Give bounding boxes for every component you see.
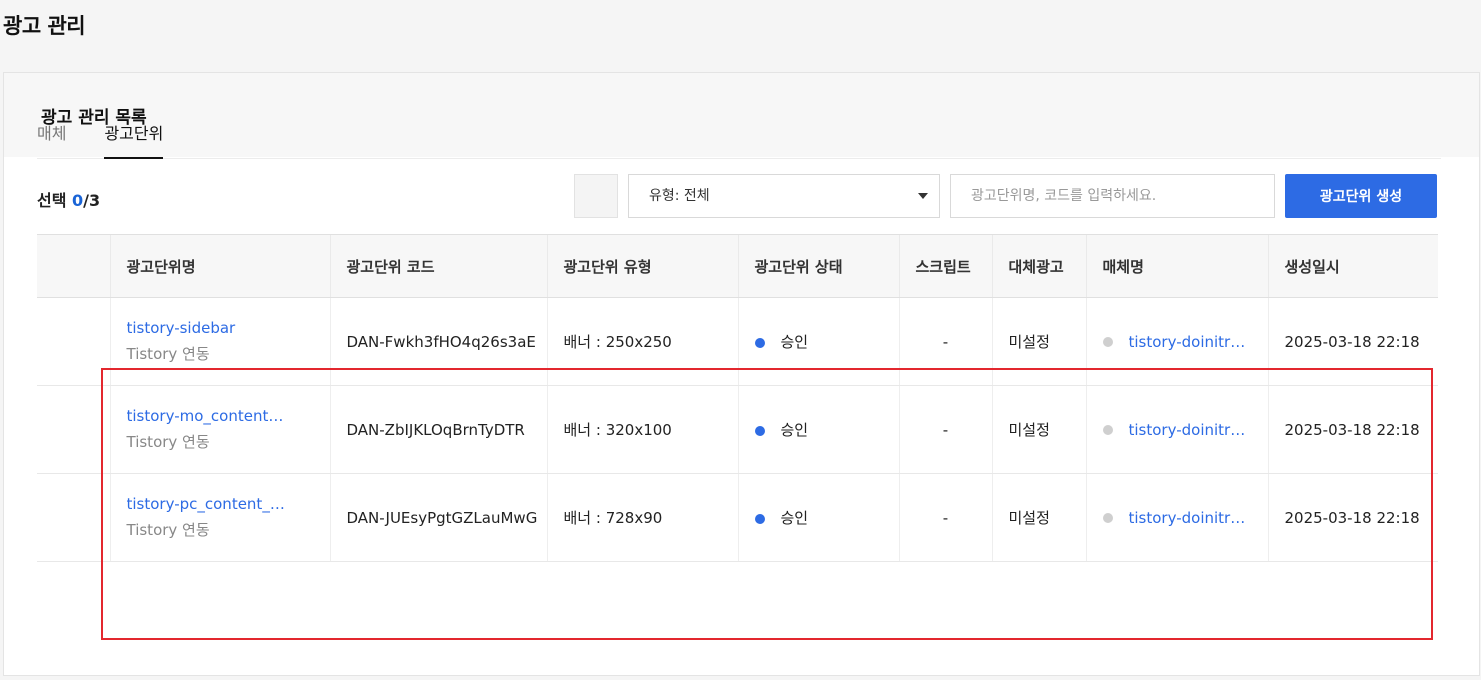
ad-unit-name-link[interactable]: tistory-pc_content_…: [127, 495, 314, 513]
fallback-ad-value: 미설정: [991, 385, 1086, 474]
media-name-cell: tistory-doinitr…: [1085, 473, 1268, 562]
ad-unit-status: 승인: [780, 509, 809, 527]
table-row[interactable]: tistory-sidebar Tistory 연동 DAN-Fwkh3fHO4…: [37, 297, 1438, 386]
create-ad-unit-button[interactable]: 광고단위 생성: [1285, 174, 1437, 218]
ad-unit-type: 배너 : 320x100: [546, 385, 738, 474]
tab-ad-unit[interactable]: 광고단위: [104, 116, 164, 159]
page-title: 광고 관리: [3, 14, 86, 38]
ad-unit-table: 광고단위명 광고단위 코드 광고단위 유형 광고단위 상태 스크립트 대체광고 …: [37, 234, 1438, 562]
ad-unit-status: 승인: [780, 421, 809, 439]
created-at: 2025-03-18 22:18: [1267, 473, 1438, 562]
media-status-dot-icon: [1102, 336, 1113, 347]
ad-unit-type: 배너 : 728x90: [546, 473, 738, 562]
media-name-cell: tistory-doinitr…: [1085, 297, 1268, 386]
created-at: 2025-03-18 22:18: [1267, 385, 1438, 474]
ad-unit-source: Tistory 연동: [126, 521, 210, 539]
col-ad-unit-code[interactable]: 광고단위 코드: [329, 234, 547, 298]
ad-unit-status-cell: 승인: [737, 385, 899, 474]
media-name-cell: tistory-doinitr…: [1085, 385, 1268, 474]
ad-unit-name-link[interactable]: tistory-sidebar: [127, 319, 314, 337]
ad-unit-source: Tistory 연동: [126, 433, 210, 451]
search-input[interactable]: [950, 174, 1275, 218]
toolbar: 선택 0/3 유형: 전체 광고단위 생성: [37, 174, 1443, 218]
media-name-link[interactable]: tistory-doinitr…: [1129, 509, 1246, 527]
created-at: 2025-03-18 22:18: [1267, 297, 1438, 386]
col-ad-unit-status[interactable]: 광고단위 상태: [737, 234, 899, 298]
ad-unit-code: DAN-JUEsyPgtGZLauMwG: [329, 473, 547, 562]
fallback-ad-value: 미설정: [991, 473, 1086, 562]
tab-bar: 매체 광고단위: [37, 116, 1441, 159]
tab-media[interactable]: 매체: [37, 116, 66, 159]
row-select-cell[interactable]: [37, 473, 110, 562]
script-value: -: [898, 385, 992, 474]
filter-checkbox-button[interactable]: [574, 174, 618, 218]
col-script[interactable]: 스크립트: [898, 234, 992, 298]
selection-prefix: 선택: [37, 191, 73, 210]
col-created-at[interactable]: 생성일시: [1267, 234, 1438, 298]
ad-unit-name-cell: tistory-pc_content_… Tistory 연동: [109, 473, 330, 562]
row-select-cell[interactable]: [37, 297, 110, 386]
ad-unit-code: DAN-ZbIJKLOqBrnTyDTR: [329, 385, 547, 474]
col-media-name[interactable]: 매체명: [1085, 234, 1268, 298]
media-name-link[interactable]: tistory-doinitr…: [1129, 421, 1246, 439]
status-dot-icon: [754, 425, 765, 436]
col-ad-unit-type[interactable]: 광고단위 유형: [546, 234, 738, 298]
table-row[interactable]: tistory-mo_content… Tistory 연동 DAN-ZbIJK…: [37, 385, 1438, 474]
row-select-cell[interactable]: [37, 385, 110, 474]
selection-count: 선택 0/3: [37, 187, 100, 211]
ad-unit-name-cell: tistory-mo_content… Tistory 연동: [109, 385, 330, 474]
fallback-ad-value: 미설정: [991, 297, 1086, 386]
col-ad-unit-name[interactable]: 광고단위명: [109, 234, 330, 298]
table-row[interactable]: tistory-pc_content_… Tistory 연동 DAN-JUEs…: [37, 473, 1438, 562]
table-header-row: 광고단위명 광고단위 코드 광고단위 유형 광고단위 상태 스크립트 대체광고 …: [37, 234, 1438, 298]
ad-unit-name-cell: tistory-sidebar Tistory 연동: [109, 297, 330, 386]
media-name-link[interactable]: tistory-doinitr…: [1129, 333, 1246, 351]
ad-unit-source: Tistory 연동: [126, 345, 210, 363]
caret-down-icon: [918, 193, 928, 199]
ad-unit-name-link[interactable]: tistory-mo_content…: [127, 407, 314, 425]
type-filter-select[interactable]: 유형: 전체: [628, 174, 940, 218]
col-select: [37, 234, 110, 298]
ad-unit-status: 승인: [780, 333, 809, 351]
ad-unit-status-cell: 승인: [737, 473, 899, 562]
selected-number: 0: [72, 191, 84, 210]
selection-total: /3: [83, 191, 101, 210]
status-dot-icon: [754, 337, 765, 348]
status-dot-icon: [754, 513, 765, 524]
script-value: -: [898, 297, 992, 386]
ad-unit-status-cell: 승인: [737, 297, 899, 386]
type-filter-value: 유형: 전체: [649, 188, 710, 204]
ad-unit-type: 배너 : 250x250: [546, 297, 738, 386]
col-fallback-ad[interactable]: 대체광고: [991, 234, 1086, 298]
media-status-dot-icon: [1102, 512, 1113, 523]
media-status-dot-icon: [1102, 424, 1113, 435]
script-value: -: [898, 473, 992, 562]
ad-unit-code: DAN-Fwkh3fHO4q26s3aE: [329, 297, 547, 386]
